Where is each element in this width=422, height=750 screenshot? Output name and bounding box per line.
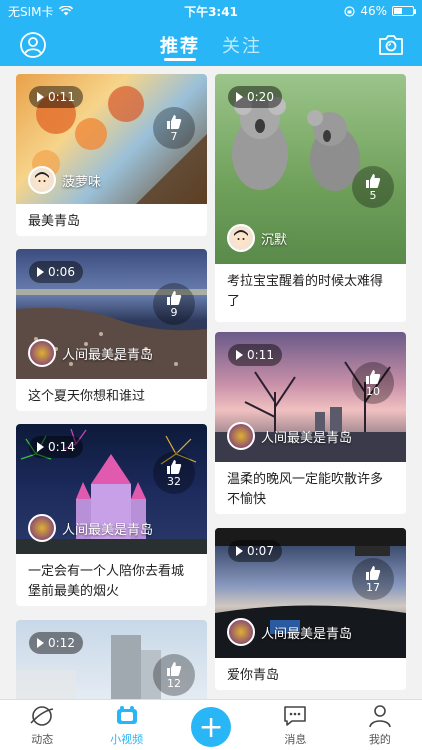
like-button[interactable]: 7 <box>153 107 195 149</box>
video-icon <box>116 706 137 724</box>
carrier-label: 无SIM卡 <box>8 4 54 19</box>
video-card[interactable]: 0:11 7 菠萝味 最美青岛 <box>16 74 207 236</box>
nav-short-video[interactable]: 小视频 <box>84 700 168 750</box>
like-button[interactable]: 10 <box>352 362 394 404</box>
author[interactable]: 沉默 <box>227 224 287 252</box>
avatar <box>227 618 255 646</box>
thumbs-up-icon <box>167 290 182 305</box>
like-button[interactable]: 9 <box>153 283 195 325</box>
battery-percent: 46% <box>360 4 387 18</box>
duration-badge: 0:20 <box>228 86 282 108</box>
duration-badge: 0:12 <box>29 632 83 654</box>
play-icon <box>37 267 44 277</box>
avatar <box>28 339 56 367</box>
like-button[interactable]: 17 <box>352 558 394 600</box>
message-icon <box>284 706 307 726</box>
avatar <box>227 422 255 450</box>
video-feed: 0:11 7 菠萝味 最美青岛 0:06 9 人间最美是青岛 这个夏天你想和谁过… <box>0 66 422 699</box>
play-icon <box>37 638 44 648</box>
nav-publish[interactable]: + <box>169 700 253 750</box>
author[interactable]: 人间最美是青岛 <box>227 422 352 450</box>
thumbs-up-icon <box>167 661 182 676</box>
like-button[interactable]: 5 <box>352 166 394 208</box>
thumbs-up-icon <box>167 114 182 129</box>
play-icon <box>37 92 44 102</box>
camera-icon[interactable] <box>378 33 404 57</box>
feed-tabs: 推荐 关注 <box>0 22 422 66</box>
top-bar: 推荐 关注 <box>0 22 422 66</box>
duration-badge: 0:14 <box>29 436 83 458</box>
play-icon <box>37 442 44 452</box>
profile-icon <box>369 705 391 728</box>
duration-badge: 0:11 <box>29 86 83 108</box>
video-thumbnail: 0:07 17 人间最美是青岛 <box>215 528 406 658</box>
play-icon <box>236 350 243 360</box>
planet-icon <box>30 706 54 726</box>
duration-badge: 0:06 <box>29 261 83 283</box>
video-caption: 温柔的晚风一定能吹散许多不愉快 <box>227 472 384 507</box>
video-card[interactable]: 0:12 12 <box>16 620 207 699</box>
video-caption: 爱你青岛 <box>227 668 280 683</box>
video-thumbnail: 0:14 32 人间最美是青岛 <box>16 424 207 554</box>
video-thumbnail: 0:06 9 人间最美是青岛 <box>16 249 207 379</box>
tab-recommend[interactable]: 推荐 <box>160 22 200 66</box>
nav-profile[interactable]: 我的 <box>338 700 422 750</box>
battery-icon <box>392 6 416 16</box>
avatar <box>227 224 255 252</box>
thumbs-up-icon <box>366 173 381 188</box>
video-caption: 考拉宝宝醒着的时候太难得了 <box>227 274 384 309</box>
author[interactable]: 人间最美是青岛 <box>227 618 352 646</box>
like-button[interactable]: 12 <box>153 654 195 696</box>
video-caption: 一定会有一个人陪你去看城堡前最美的烟火 <box>28 564 185 599</box>
video-caption: 这个夏天你想和谁过 <box>28 389 146 404</box>
wifi-icon <box>58 6 73 16</box>
video-card[interactable]: 0:20 5 沉默 考拉宝宝醒着的时候太难得了 <box>215 74 406 322</box>
play-icon <box>236 92 243 102</box>
video-thumbnail: 0:12 12 <box>16 620 207 699</box>
nav-dynamic[interactable]: 动态 <box>0 700 84 750</box>
duration-badge: 0:11 <box>228 344 282 366</box>
like-button[interactable]: 32 <box>153 452 195 494</box>
video-thumbnail: 0:20 5 沉默 <box>215 74 406 264</box>
video-card[interactable]: 0:11 10 人间最美是青岛 温柔的晚风一定能吹散许多不愉快 <box>215 332 406 514</box>
rotation-lock-icon <box>344 5 355 17</box>
thumbs-up-icon <box>167 459 182 474</box>
status-bar: 无SIM卡 下午3:41 46% <box>0 0 422 22</box>
bottom-nav: 动态 小视频 + 消息 我的 <box>0 699 422 750</box>
video-caption: 最美青岛 <box>28 214 81 229</box>
thumbs-up-icon <box>366 369 381 384</box>
plus-icon: + <box>191 707 232 747</box>
nav-messages[interactable]: 消息 <box>253 700 337 750</box>
author[interactable]: 人间最美是青岛 <box>28 514 153 542</box>
duration-badge: 0:07 <box>228 540 282 562</box>
video-thumbnail: 0:11 10 人间最美是青岛 <box>215 332 406 462</box>
author[interactable]: 人间最美是青岛 <box>28 339 153 367</box>
avatar <box>28 514 56 542</box>
author[interactable]: 菠萝味 <box>28 166 101 194</box>
avatar <box>28 166 56 194</box>
thumbs-up-icon <box>366 565 381 580</box>
video-card[interactable]: 0:06 9 人间最美是青岛 这个夏天你想和谁过 <box>16 249 207 411</box>
clock: 下午3:41 <box>184 4 238 19</box>
video-card[interactable]: 0:14 32 人间最美是青岛 一定会有一个人陪你去看城堡前最美的烟火 <box>16 424 207 606</box>
play-icon <box>236 546 243 556</box>
video-thumbnail: 0:11 7 菠萝味 <box>16 74 207 204</box>
tab-follow[interactable]: 关注 <box>222 22 262 66</box>
video-card[interactable]: 0:07 17 人间最美是青岛 爱你青岛 <box>215 528 406 690</box>
